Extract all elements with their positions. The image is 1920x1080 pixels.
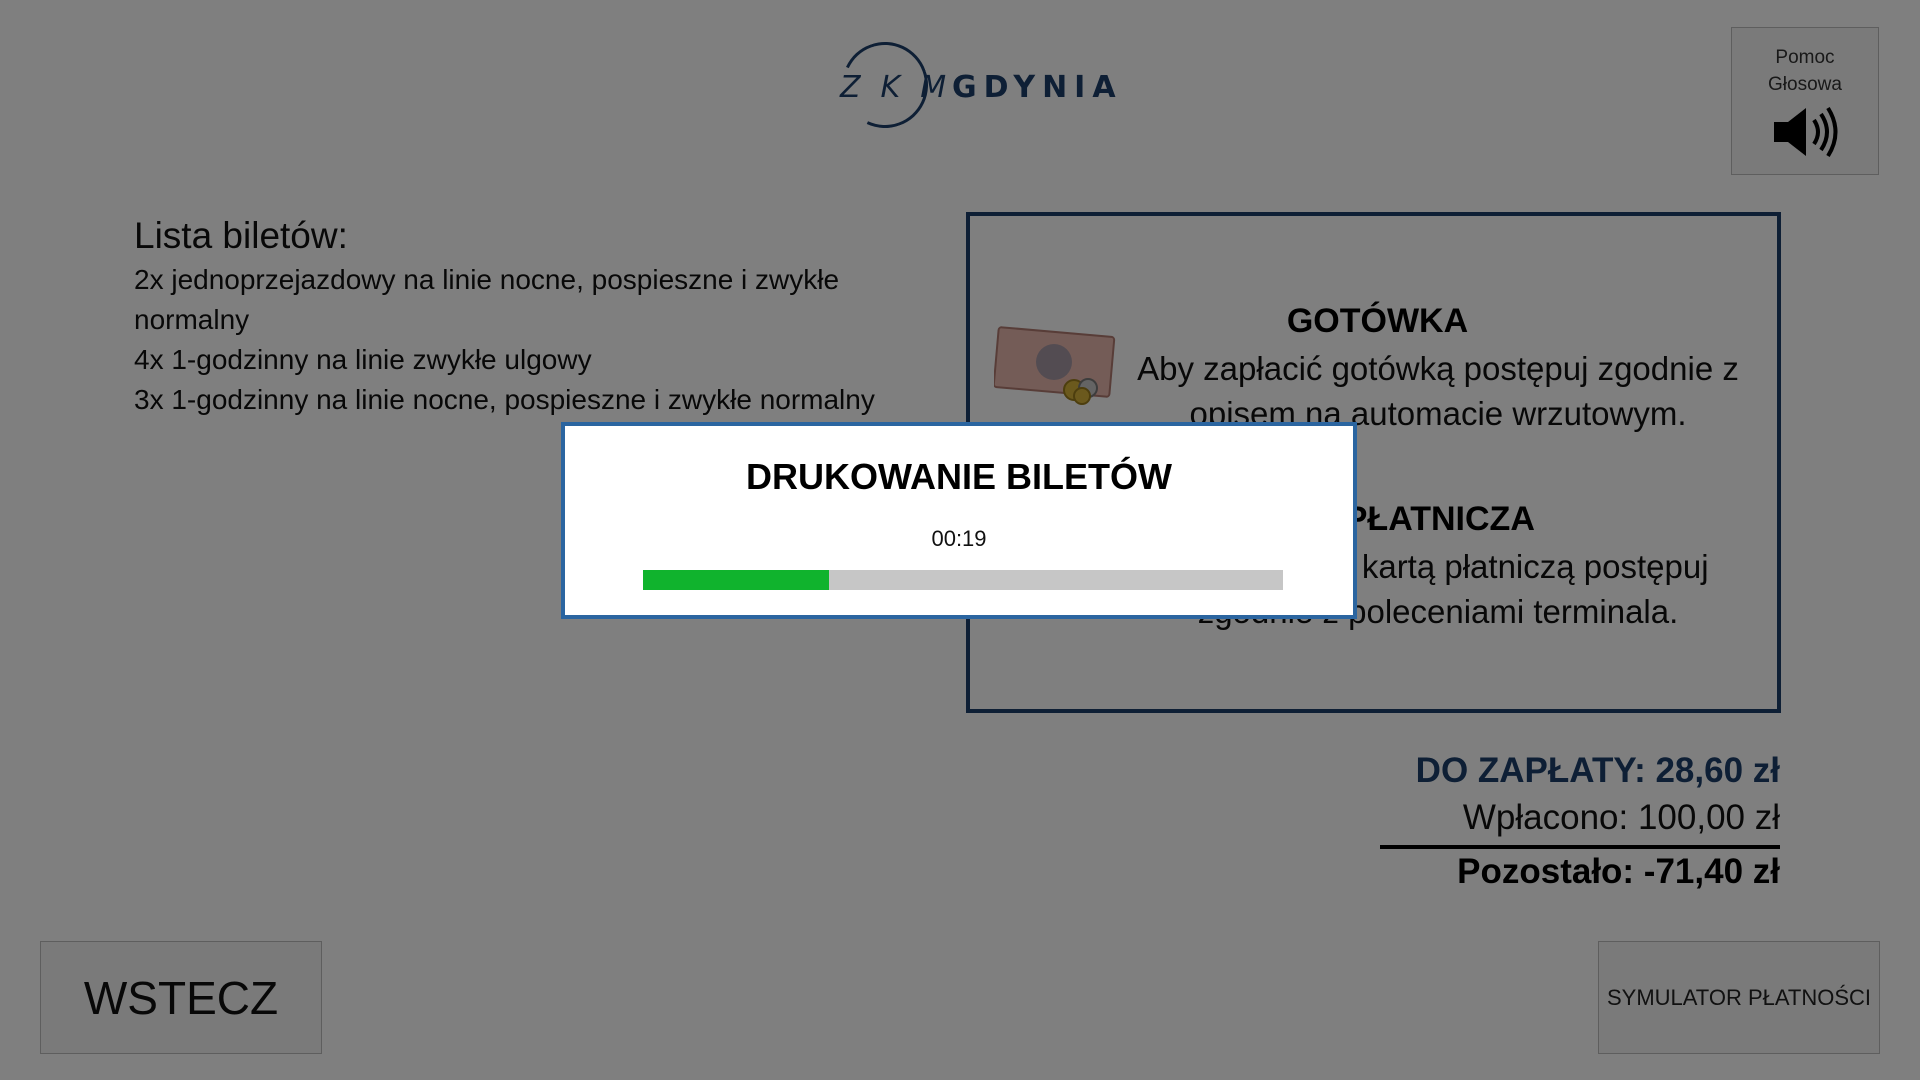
printing-title: DRUKOWANIE BILETÓW (746, 456, 1172, 497)
printing-dialog: DRUKOWANIE BILETÓW 00:19 (561, 422, 1357, 619)
printing-progress-fill (643, 570, 829, 590)
printing-progress-bar (643, 570, 1283, 590)
printing-timer: 00:19 (931, 526, 987, 551)
